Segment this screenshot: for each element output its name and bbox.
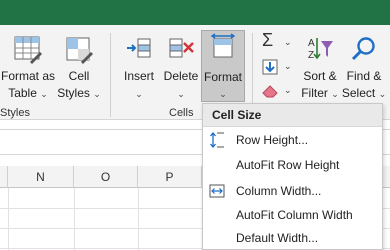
menu-section-header: Cell Size — [203, 104, 382, 127]
cells-group-label: Cells — [169, 107, 194, 119]
format-as-table-label-1: Format as — [0, 69, 55, 83]
chevron-down-icon: ⌄ — [284, 61, 292, 71]
menu-item-label: Row Height... — [236, 133, 309, 147]
menu-item-label: Column Width... — [236, 184, 322, 198]
delete-button[interactable]: Delete ⌄ — [160, 35, 202, 105]
grid-line — [138, 188, 139, 250]
menu-item-autofit-column-width[interactable]: AutoFit Column Width — [203, 203, 382, 227]
grid-line — [74, 188, 75, 250]
cell-styles-label-1: Cell — [68, 69, 90, 83]
delete-label: Delete — [163, 69, 199, 83]
menu-item-default-width[interactable]: Default Width... — [203, 226, 382, 250]
autosum-icon: Σ — [262, 30, 274, 50]
styles-group-label: Styles — [0, 107, 30, 119]
chevron-down-icon: ⌄ — [378, 89, 387, 99]
menu-item-label: AutoFit Row Height — [236, 158, 340, 172]
column-header[interactable]: O — [74, 166, 138, 188]
insert-label: Insert — [123, 69, 154, 83]
column-width-icon — [209, 184, 225, 198]
chevron-down-icon: ⌄ — [135, 89, 143, 99]
menu-item-label: Default Width... — [236, 231, 319, 245]
cell-styles-icon — [66, 37, 93, 64]
sort-filter-icon: A Z — [308, 38, 333, 61]
format-as-table-label-2: Table — [8, 86, 37, 100]
format-as-table-icon — [14, 36, 42, 64]
sort-filter-label-2: Filter — [301, 86, 328, 100]
cell-styles-button[interactable]: Cell Styles ⌄ — [56, 35, 102, 105]
title-bar — [0, 0, 390, 25]
group-separator — [110, 33, 111, 117]
eraser-icon — [262, 85, 278, 98]
find-select-label-2: Select — [341, 86, 376, 100]
autosum-button[interactable]: Σ ⌄ — [258, 30, 298, 53]
row-height-icon — [210, 132, 224, 148]
grid-line — [8, 188, 9, 250]
column-header[interactable]: N — [8, 166, 74, 188]
format-label: Format — [203, 70, 242, 84]
chevron-down-icon: ⌄ — [331, 89, 339, 99]
find-select-button[interactable]: Find & Select ⌄ — [341, 35, 387, 105]
sort-filter-label-1: Sort & — [303, 69, 337, 83]
chevron-down-icon: ⌄ — [40, 89, 48, 99]
svg-text:A: A — [308, 38, 315, 49]
delete-cells-icon — [169, 38, 194, 58]
format-dropdown-menu: Cell Size Row Height... AutoFit Row Heig… — [202, 103, 383, 250]
menu-item-column-width[interactable]: Column Width... — [203, 179, 382, 203]
chevron-down-icon: ⌄ — [284, 37, 292, 47]
menu-item-row-height[interactable]: Row Height... — [203, 128, 382, 152]
clear-button[interactable]: ⌄ — [258, 81, 298, 101]
fill-button[interactable]: ⌄ — [258, 57, 298, 77]
format-as-table-button[interactable]: Format as Table ⌄ — [0, 35, 56, 105]
find-select-label-1: Find & — [346, 69, 382, 83]
chevron-down-icon: ⌄ — [219, 89, 227, 99]
svg-text:Z: Z — [308, 50, 314, 61]
menu-item-label: AutoFit Column Width — [236, 208, 353, 222]
sort-filter-button[interactable]: A Z Sort & Filter ⌄ — [297, 35, 343, 105]
chevron-down-icon: ⌄ — [284, 85, 292, 95]
chevron-down-icon: ⌄ — [177, 89, 185, 99]
format-button[interactable]: Format ⌄ — [201, 30, 245, 102]
column-header[interactable] — [0, 166, 8, 188]
menu-item-autofit-row-height[interactable]: AutoFit Row Height — [203, 153, 382, 177]
cell-styles-label-2: Styles — [57, 86, 90, 100]
column-header[interactable]: P — [138, 166, 202, 188]
fill-down-icon — [262, 59, 278, 75]
format-cells-icon — [210, 33, 236, 58]
search-icon — [351, 37, 375, 61]
insert-cells-icon — [127, 38, 151, 58]
chevron-down-icon: ⌄ — [93, 89, 101, 99]
insert-button[interactable]: Insert ⌄ — [118, 35, 160, 105]
